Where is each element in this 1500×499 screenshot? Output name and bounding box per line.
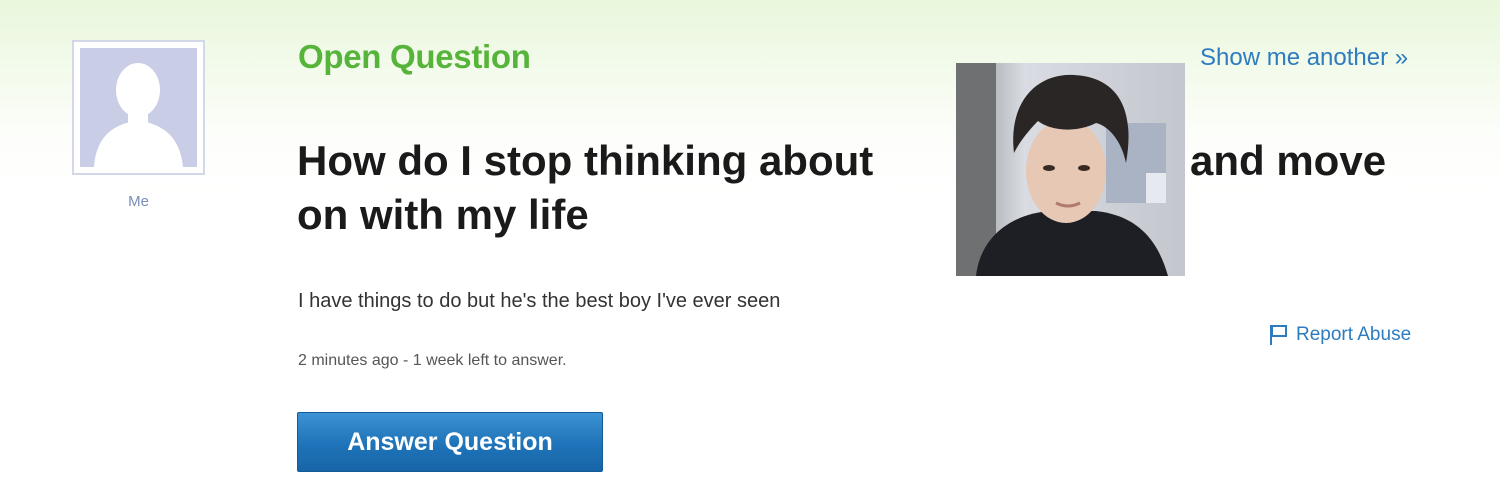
report-abuse-label: Report Abuse bbox=[1296, 324, 1412, 345]
overlay-photo bbox=[956, 63, 1185, 276]
question-body: I have things to do but he's the best bo… bbox=[298, 290, 781, 312]
question-title: How do I stop thinking about on with my … bbox=[297, 134, 957, 242]
avatar[interactable] bbox=[72, 40, 205, 175]
question-title-line2: on with my life bbox=[297, 191, 589, 238]
answer-question-button[interactable]: Answer Question bbox=[297, 412, 603, 472]
question-title-line1: How do I stop thinking about bbox=[297, 137, 874, 184]
show-another-link[interactable]: Show me another » bbox=[1200, 44, 1408, 72]
flag-icon bbox=[1268, 324, 1288, 346]
question-title-tail: and move bbox=[1190, 137, 1387, 184]
portrait-image bbox=[956, 63, 1185, 276]
question-meta: 2 minutes ago - 1 week left to answer. bbox=[298, 352, 567, 369]
report-abuse-link[interactable]: Report Abuse bbox=[1268, 324, 1411, 346]
profile-label: Me bbox=[128, 193, 149, 210]
question-status: Open Question bbox=[298, 38, 531, 75]
default-avatar-icon bbox=[80, 48, 197, 167]
